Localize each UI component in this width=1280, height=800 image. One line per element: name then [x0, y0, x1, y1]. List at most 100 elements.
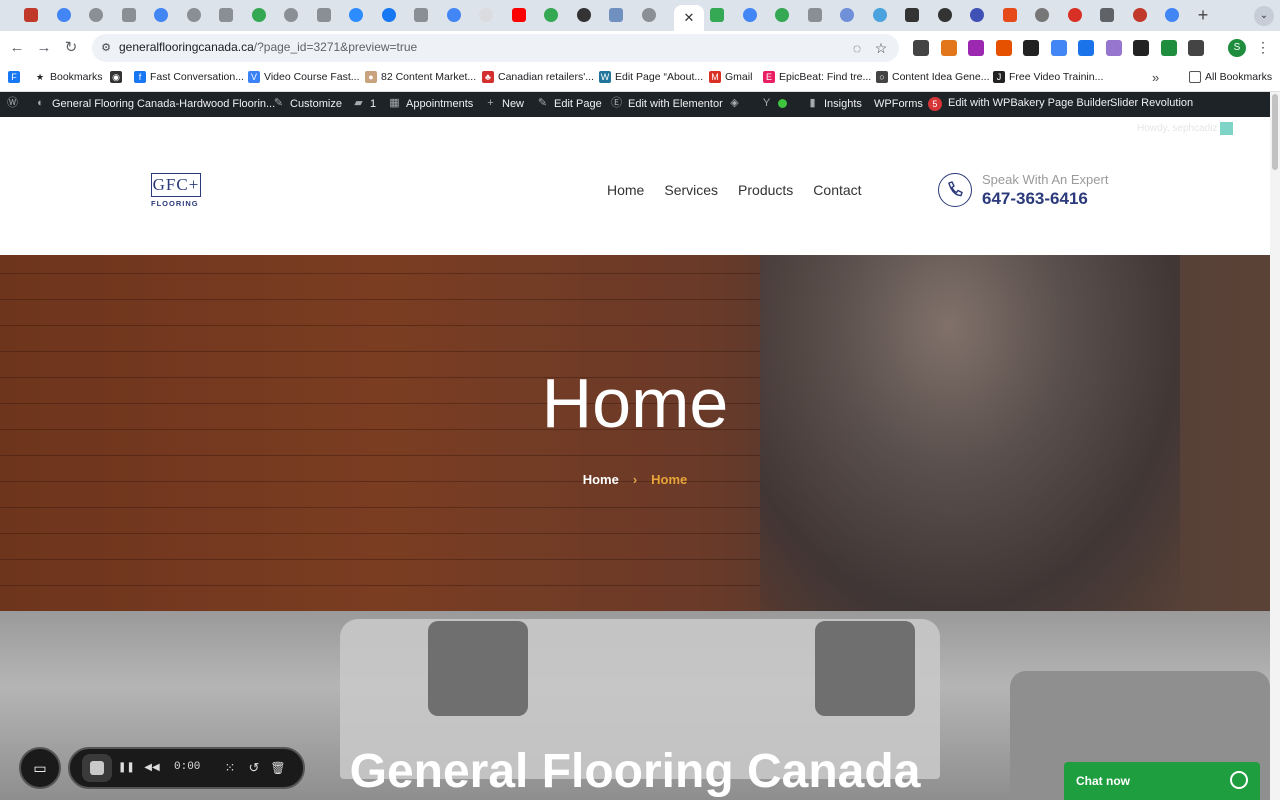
wp-customize[interactable]: ✎ Customize [272, 97, 342, 110]
bookmark-item[interactable]: f Fast Conversation... [134, 71, 244, 83]
browser-tab[interactable] [345, 5, 367, 25]
browser-tab[interactable] [1064, 5, 1086, 25]
extension-icon[interactable] [995, 40, 1012, 56]
nav-contact[interactable]: Contact [813, 182, 861, 198]
wordpress-logo-icon[interactable]: Ⓦ [6, 97, 19, 110]
site-info-icon[interactable]: ⚙ [98, 40, 114, 56]
extension-icon[interactable] [1105, 40, 1122, 56]
close-tab-icon[interactable]: ✕ [684, 10, 695, 26]
bookmark-item[interactable]: F [8, 71, 20, 83]
bookmark-item[interactable]: ♣ Canadian retailers'... [482, 71, 594, 83]
wp-comments[interactable]: ▰ 1 [352, 97, 376, 110]
diamond-icon[interactable]: ◈ [728, 97, 741, 110]
browser-tab[interactable] [248, 5, 270, 25]
extension-icon[interactable] [968, 40, 984, 56]
browser-tab[interactable] [1031, 5, 1053, 25]
bookmark-item[interactable]: ◉ [110, 71, 122, 83]
nav-products[interactable]: Products [738, 182, 793, 198]
browser-tab[interactable] [508, 5, 530, 25]
browser-menu-icon[interactable]: ⋮ [1256, 39, 1270, 56]
new-tab-button[interactable]: + [1196, 6, 1210, 24]
bookmarks-overflow-icon[interactable]: » [1152, 70, 1159, 85]
extension-icon[interactable] [913, 40, 929, 56]
extension-icon[interactable] [1160, 40, 1177, 56]
restart-icon[interactable]: ↺ [246, 759, 262, 777]
breadcrumb-home-link[interactable]: Home [583, 472, 619, 487]
wp-howdy[interactable]: Howdy, sephcadiz [1137, 122, 1234, 135]
forward-button[interactable]: → [35, 39, 53, 57]
browser-tab[interactable] [1129, 5, 1151, 25]
all-bookmarks[interactable]: All Bookmarks [1189, 71, 1272, 83]
browser-tab[interactable] [771, 5, 793, 25]
browser-tab[interactable] [804, 5, 826, 25]
browser-tab[interactable] [475, 5, 497, 25]
trash-icon[interactable]: 🗑 [270, 759, 286, 777]
tab-search-button[interactable]: ⌄ [1254, 6, 1274, 26]
wp-edit-elementor[interactable]: Ⓔ Edit with Elementor [610, 97, 723, 110]
browser-tab[interactable] [605, 5, 627, 25]
wp-new[interactable]: + New [484, 97, 524, 110]
address-bar[interactable]: ⚙ generalflooringcanada.ca/?page_id=3271… [92, 34, 899, 62]
nav-home[interactable]: Home [607, 182, 644, 198]
extension-icon[interactable] [1133, 40, 1149, 56]
extension-icon[interactable] [1078, 40, 1094, 56]
browser-tab[interactable] [53, 5, 75, 25]
browser-tab[interactable] [280, 5, 302, 25]
eye-slash-icon[interactable]: ◌ [848, 39, 866, 57]
extension-icon[interactable] [1023, 40, 1039, 56]
bookmark-item[interactable]: ● 82 Content Market... [365, 71, 476, 83]
browser-tab[interactable] [443, 5, 465, 25]
bookmark-item[interactable]: E EpicBeat: Find tre... [763, 71, 871, 83]
bookmark-item[interactable]: ○ Content Idea Gene... [876, 71, 989, 83]
active-tab[interactable]: ✕ [674, 5, 704, 31]
grid-icon[interactable]: ⁙ [222, 759, 238, 777]
browser-tab[interactable] [1161, 5, 1183, 25]
browser-tab[interactable] [540, 5, 562, 25]
browser-tab[interactable] [901, 5, 923, 25]
extension-icon[interactable] [1050, 40, 1067, 56]
browser-tab[interactable] [150, 5, 172, 25]
browser-tab[interactable] [378, 5, 400, 25]
pause-icon[interactable]: ❚❚ [118, 759, 135, 777]
camera-toggle-button[interactable]: ▭ [19, 747, 61, 789]
wp-edit-wpbakery[interactable]: Edit with WPBakery Page Builder [948, 97, 1111, 109]
browser-tab[interactable] [313, 5, 335, 25]
bookmark-item[interactable]: J Free Video Trainin... [993, 71, 1103, 83]
browser-tab[interactable] [934, 5, 956, 25]
browser-tab[interactable] [739, 5, 761, 25]
nav-services[interactable]: Services [664, 182, 718, 198]
extension-icon[interactable] [940, 40, 957, 56]
browser-tab[interactable] [118, 5, 140, 25]
wp-insights[interactable]: ▮ Insights [806, 97, 861, 110]
wp-slider-revolution[interactable]: Slider Revolution [1110, 97, 1193, 109]
bookmark-item[interactable]: M Gmail [709, 71, 752, 83]
browser-tab[interactable] [966, 5, 988, 25]
rewind-icon[interactable]: ◀◀ [144, 759, 160, 777]
bookmark-item[interactable]: V Video Course Fast... [248, 71, 360, 83]
page-scrollbar[interactable] [1270, 92, 1280, 800]
wp-edit-page[interactable]: ✎ Edit Page [536, 97, 602, 110]
browser-tab[interactable] [85, 5, 107, 25]
back-button[interactable]: ← [8, 39, 26, 57]
bookmark-star-icon[interactable]: ☆ [872, 39, 890, 57]
bookmark-item[interactable]: ★ Bookmarks [34, 71, 103, 83]
browser-tab[interactable] [836, 5, 858, 25]
browser-tab[interactable] [573, 5, 595, 25]
browser-tab[interactable] [706, 5, 728, 25]
browser-tab[interactable] [215, 5, 237, 25]
reload-button[interactable]: ↻ [62, 39, 80, 57]
browser-tab[interactable] [183, 5, 205, 25]
browser-tab[interactable] [999, 5, 1021, 25]
wp-appointments[interactable]: ▦ Appointments [388, 97, 473, 110]
profile-avatar[interactable]: S [1228, 39, 1246, 57]
browser-tab[interactable] [410, 5, 432, 25]
bookmark-item[interactable]: W Edit Page “About... [599, 71, 703, 83]
scrollbar-thumb[interactable] [1272, 94, 1278, 170]
extension-icon[interactable] [1188, 40, 1204, 56]
browser-tab[interactable] [638, 5, 660, 25]
chat-widget[interactable]: Chat now [1064, 762, 1260, 800]
phone-number[interactable]: 647-363-6416 [982, 189, 1088, 209]
wp-site-name[interactable]: ◐ General Flooring Canada-Hardwood Floori… [34, 97, 275, 110]
yoast-seo[interactable]: Y [760, 97, 787, 110]
wp-wpforms[interactable]: WPForms 5 [874, 97, 942, 111]
